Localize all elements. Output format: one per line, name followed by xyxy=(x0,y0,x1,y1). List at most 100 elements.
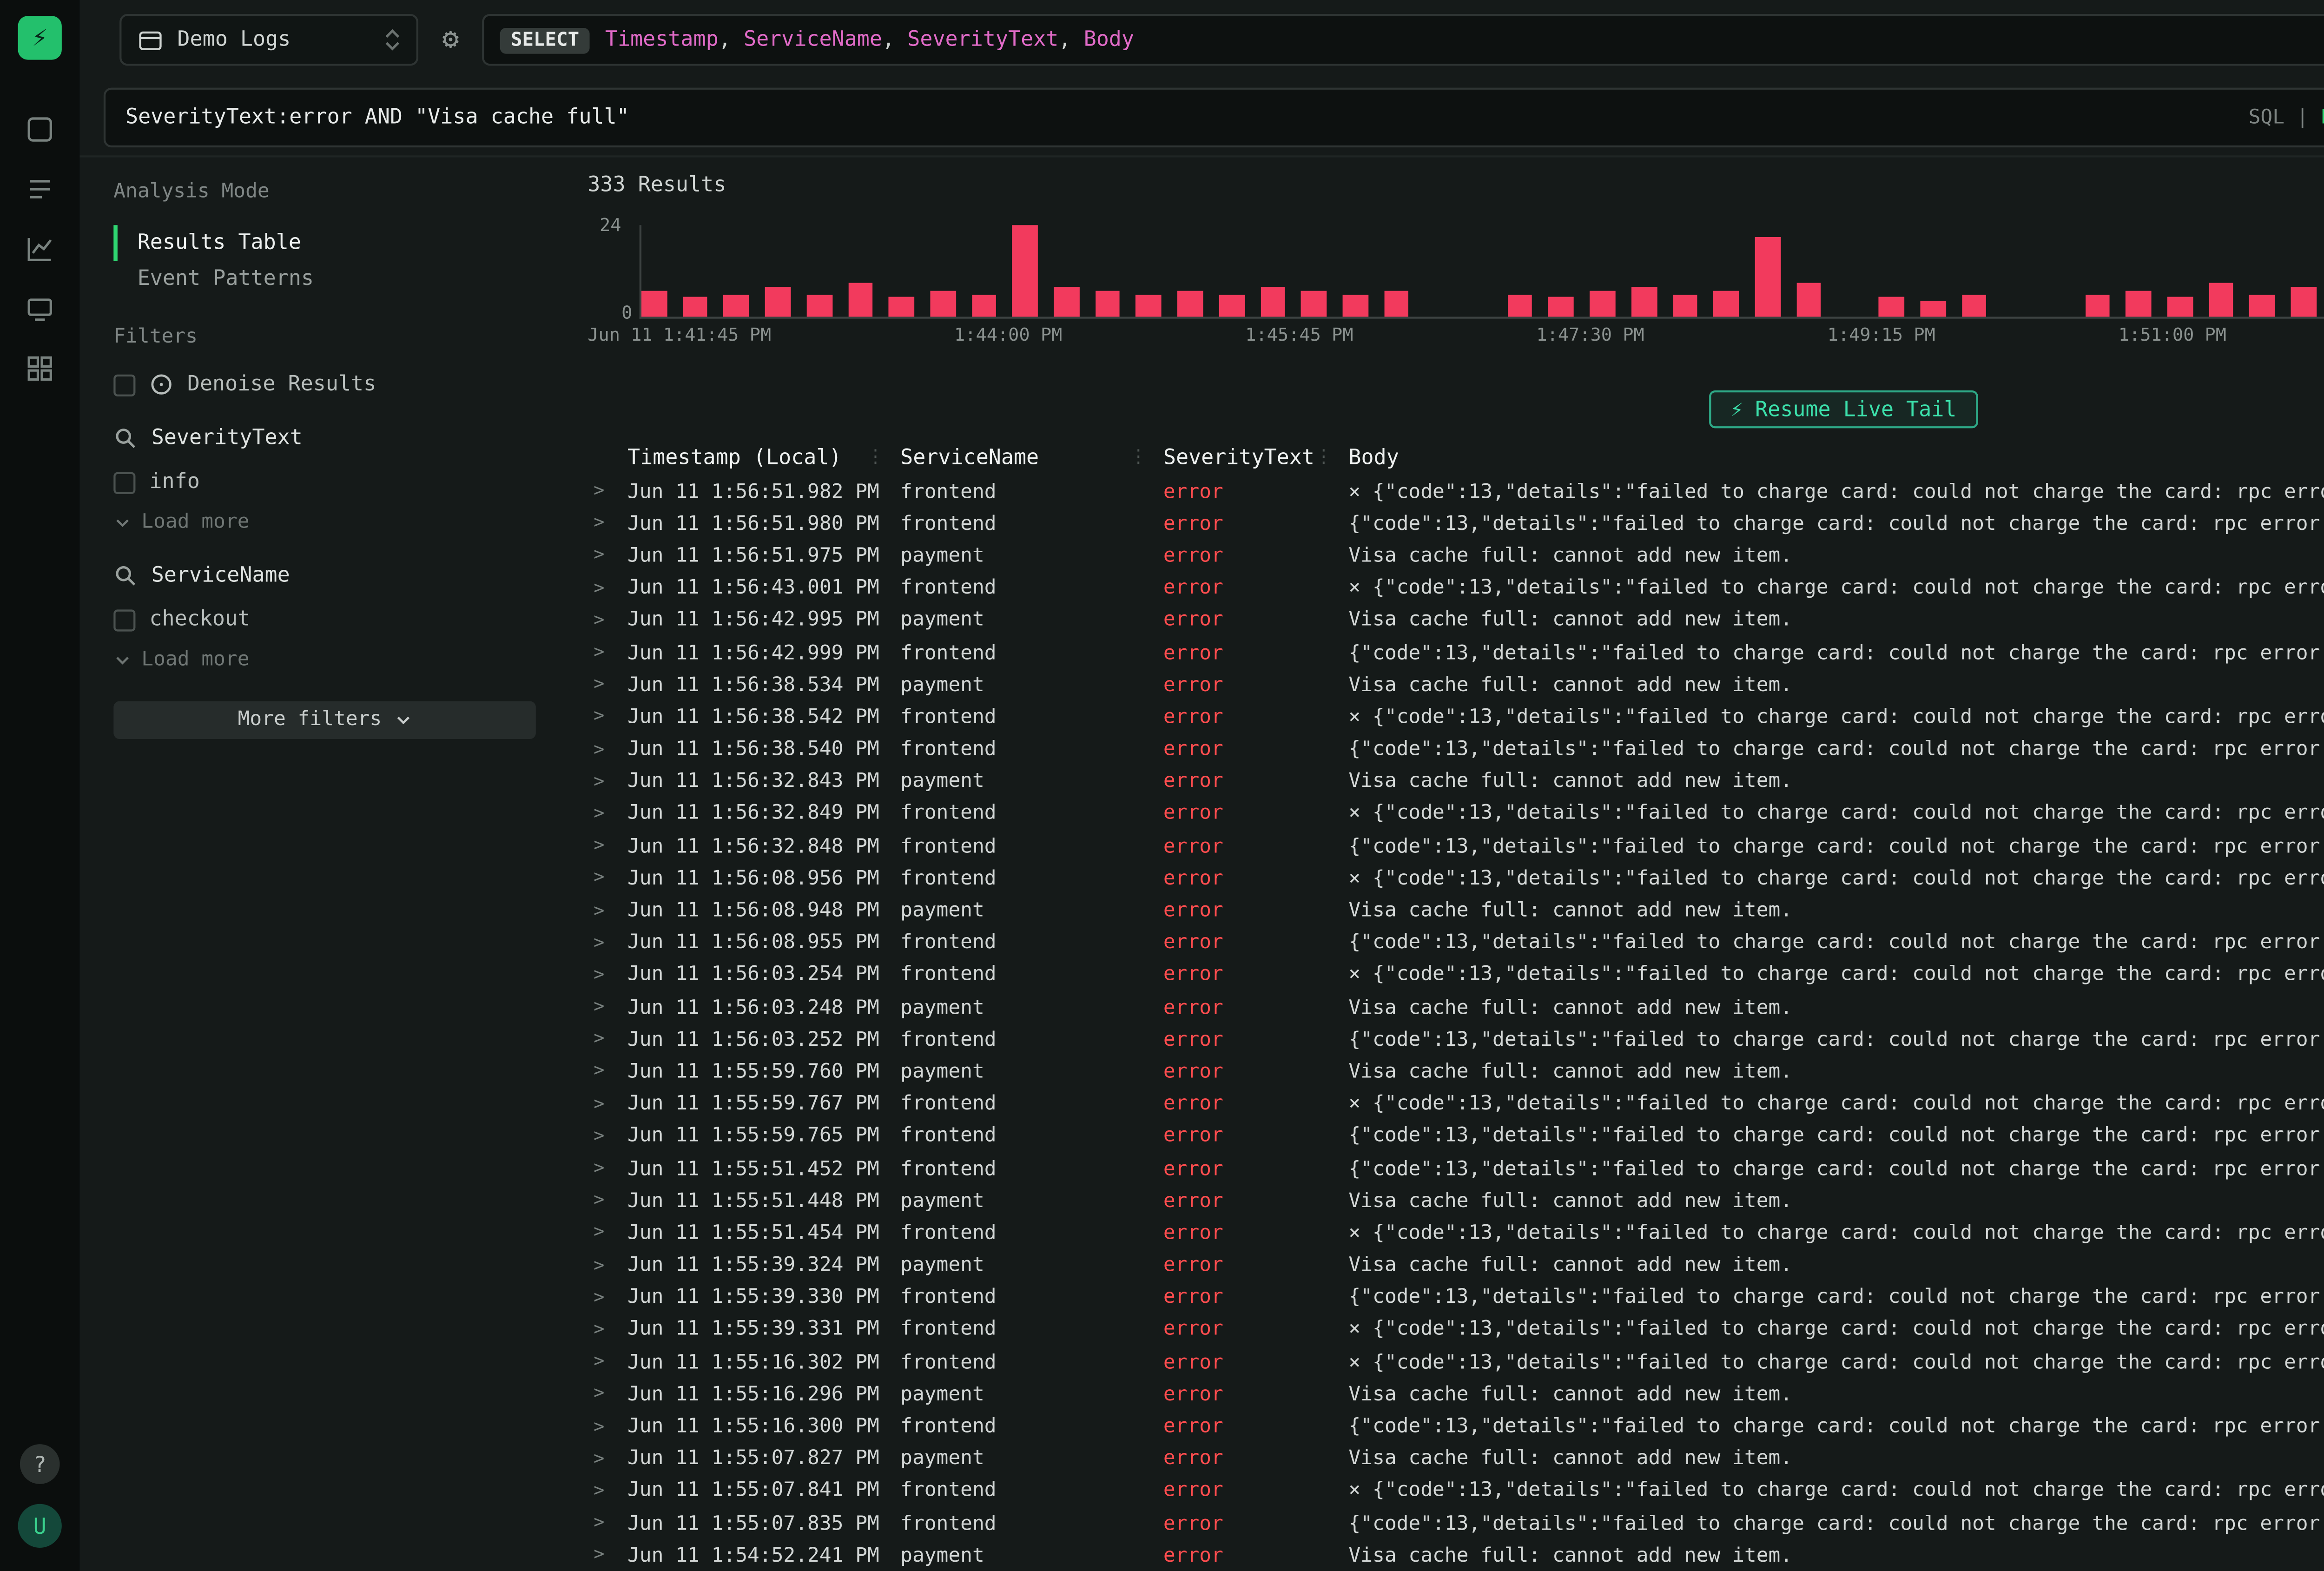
table-row[interactable]: >Jun 11 1:56:51.982 PMfrontenderror× {"c… xyxy=(588,476,2324,508)
expand-chevron-icon[interactable]: > xyxy=(588,772,627,792)
histogram-bar[interactable] xyxy=(1672,294,1697,317)
expand-chevron-icon[interactable]: > xyxy=(588,1288,627,1308)
expand-chevron-icon[interactable]: > xyxy=(588,1095,627,1115)
checkbox[interactable] xyxy=(113,608,135,630)
histogram-bar[interactable] xyxy=(2209,282,2234,317)
histogram-bar[interactable] xyxy=(806,294,832,317)
histogram-bar[interactable] xyxy=(889,297,914,317)
column-menu-icon[interactable]: ⋮ xyxy=(1129,448,1148,468)
histogram-bar[interactable] xyxy=(1054,286,1079,317)
expand-chevron-icon[interactable]: > xyxy=(588,643,627,663)
checkbox[interactable] xyxy=(113,471,135,493)
table-row[interactable]: >Jun 11 1:56:51.980 PMfrontenderror{"cod… xyxy=(588,508,2324,541)
histogram-bar[interactable] xyxy=(1755,237,1780,317)
expand-chevron-icon[interactable]: > xyxy=(588,966,627,986)
select-clause-input[interactable]: SELECT Timestamp, ServiceName, SeverityT… xyxy=(483,14,2324,66)
expand-chevron-icon[interactable]: > xyxy=(588,1030,627,1050)
histogram-bar[interactable] xyxy=(724,294,749,317)
resume-live-tail-button[interactable]: ⚡ Resume Live Tail xyxy=(1709,390,1979,428)
dashboard-grid-icon[interactable] xyxy=(22,350,58,386)
histogram-bar[interactable] xyxy=(765,286,790,317)
table-row[interactable]: >Jun 11 1:56:51.975 PMpaymenterrorVisa c… xyxy=(588,541,2324,573)
expand-chevron-icon[interactable]: > xyxy=(588,579,627,599)
histogram-bar[interactable] xyxy=(2250,294,2275,317)
histogram-bar[interactable] xyxy=(1879,297,1904,317)
histogram-bar[interactable] xyxy=(1260,286,1285,317)
histogram-bar[interactable] xyxy=(1507,294,1532,317)
column-menu-icon[interactable]: ⋮ xyxy=(866,448,885,468)
more-filters-button[interactable]: More filters xyxy=(113,701,536,739)
histogram-bar[interactable] xyxy=(1796,282,1821,317)
histogram-bar[interactable] xyxy=(1920,302,1945,317)
search-nav-icon[interactable] xyxy=(22,112,58,147)
expand-chevron-icon[interactable]: > xyxy=(588,1514,627,1534)
expand-chevron-icon[interactable]: > xyxy=(588,1320,627,1340)
expand-chevron-icon[interactable]: > xyxy=(588,740,627,760)
table-row[interactable]: >Jun 11 1:56:08.955 PMfrontenderror{"cod… xyxy=(588,928,2324,960)
help-button[interactable]: ? xyxy=(20,1444,60,1484)
expand-chevron-icon[interactable]: > xyxy=(588,1546,627,1566)
expand-chevron-icon[interactable]: > xyxy=(588,1385,627,1405)
table-row[interactable]: >Jun 11 1:55:51.448 PMpaymenterrorVisa c… xyxy=(588,1186,2324,1218)
expand-chevron-icon[interactable]: > xyxy=(588,1159,627,1179)
denoise-checkbox[interactable] xyxy=(113,374,135,396)
lucene-mode-toggle[interactable]: Lucene xyxy=(2320,106,2324,128)
histogram-bar[interactable] xyxy=(1631,286,1656,317)
histogram-bar[interactable] xyxy=(1590,290,1615,317)
col-body[interactable]: Body xyxy=(1348,446,1399,470)
expand-chevron-icon[interactable]: > xyxy=(588,901,627,921)
expand-chevron-icon[interactable]: > xyxy=(588,1224,627,1244)
expand-chevron-icon[interactable]: > xyxy=(588,611,627,631)
table-row[interactable]: >Jun 11 1:55:59.760 PMpaymenterrorVisa c… xyxy=(588,1056,2324,1089)
histogram-bar[interactable] xyxy=(930,290,955,317)
load-more-servicename[interactable]: Load more xyxy=(113,649,536,671)
table-row[interactable]: >Jun 11 1:55:39.331 PMfrontenderror× {"c… xyxy=(588,1314,2324,1347)
facet-option-info[interactable]: info xyxy=(113,470,536,494)
histogram-bar[interactable] xyxy=(1384,290,1409,317)
col-severitytext[interactable]: SeverityText xyxy=(1163,446,1314,470)
table-row[interactable]: >Jun 11 1:56:42.995 PMpaymenterrorVisa c… xyxy=(588,605,2324,637)
table-row[interactable]: >Jun 11 1:55:59.767 PMfrontenderror× {"c… xyxy=(588,1089,2324,1121)
table-row[interactable]: >Jun 11 1:56:38.542 PMfrontenderror× {"c… xyxy=(588,702,2324,734)
settings-gear-icon[interactable]: ⚙ xyxy=(442,26,459,54)
table-row[interactable]: >Jun 11 1:55:16.302 PMfrontenderror× {"c… xyxy=(588,1347,2324,1379)
table-row[interactable]: >Jun 11 1:55:59.765 PMfrontenderror{"cod… xyxy=(588,1121,2324,1153)
table-row[interactable]: >Jun 11 1:55:39.324 PMpaymenterrorVisa c… xyxy=(588,1250,2324,1282)
expand-chevron-icon[interactable]: > xyxy=(588,1256,627,1276)
app-logo[interactable]: ⚡ xyxy=(18,16,62,59)
histogram-bar[interactable] xyxy=(1549,297,1574,317)
facet-severitytext-name[interactable]: SeverityText xyxy=(113,426,536,450)
table-row[interactable]: >Jun 11 1:56:38.534 PMpaymenterrorVisa c… xyxy=(588,670,2324,702)
expand-chevron-icon[interactable]: > xyxy=(588,482,627,502)
table-row[interactable]: >Jun 11 1:55:07.827 PMpaymenterrorVisa c… xyxy=(588,1444,2324,1476)
table-row[interactable]: >Jun 11 1:56:32.849 PMfrontenderror× {"c… xyxy=(588,799,2324,831)
expand-chevron-icon[interactable]: > xyxy=(588,805,627,825)
table-row[interactable]: >Jun 11 1:55:51.452 PMfrontenderror{"cod… xyxy=(588,1153,2324,1185)
histogram-bar[interactable] xyxy=(2085,294,2110,317)
table-row[interactable]: >Jun 11 1:55:39.330 PMfrontenderror{"cod… xyxy=(588,1282,2324,1314)
table-row[interactable]: >Jun 11 1:55:16.296 PMpaymenterrorVisa c… xyxy=(588,1379,2324,1411)
expand-chevron-icon[interactable]: > xyxy=(588,547,627,567)
histogram-bar[interactable] xyxy=(2167,297,2192,317)
histogram-bar[interactable] xyxy=(1714,290,1739,317)
expand-chevron-icon[interactable]: > xyxy=(588,1417,627,1437)
table-row[interactable]: >Jun 11 1:56:08.948 PMpaymenterrorVisa c… xyxy=(588,895,2324,927)
expand-chevron-icon[interactable]: > xyxy=(588,1353,627,1373)
col-servicename[interactable]: ServiceName xyxy=(900,446,1039,470)
histogram-bar[interactable] xyxy=(1301,290,1327,317)
denoise-results-option[interactable]: Denoise Results xyxy=(113,372,536,396)
histogram-bar[interactable] xyxy=(971,294,997,317)
facet-option-checkout[interactable]: checkout xyxy=(113,607,536,631)
histogram-bar[interactable] xyxy=(848,282,873,317)
monitor-nav-icon[interactable] xyxy=(22,291,58,327)
table-row[interactable]: >Jun 11 1:56:38.540 PMfrontenderror{"cod… xyxy=(588,734,2324,766)
table-row[interactable]: >Jun 11 1:56:03.248 PMpaymenterrorVisa c… xyxy=(588,992,2324,1024)
expand-chevron-icon[interactable]: > xyxy=(588,708,627,728)
histogram-bar[interactable] xyxy=(1095,290,1120,317)
expand-chevron-icon[interactable]: > xyxy=(588,1482,627,1502)
table-row[interactable]: >Jun 11 1:54:52.241 PMpaymenterrorVisa c… xyxy=(588,1540,2324,1571)
table-row[interactable]: >Jun 11 1:55:07.841 PMfrontenderror× {"c… xyxy=(588,1476,2324,1508)
table-row[interactable]: >Jun 11 1:55:07.835 PMfrontenderror{"cod… xyxy=(588,1508,2324,1540)
chart-nav-icon[interactable] xyxy=(22,231,58,267)
expand-chevron-icon[interactable]: > xyxy=(588,515,627,535)
